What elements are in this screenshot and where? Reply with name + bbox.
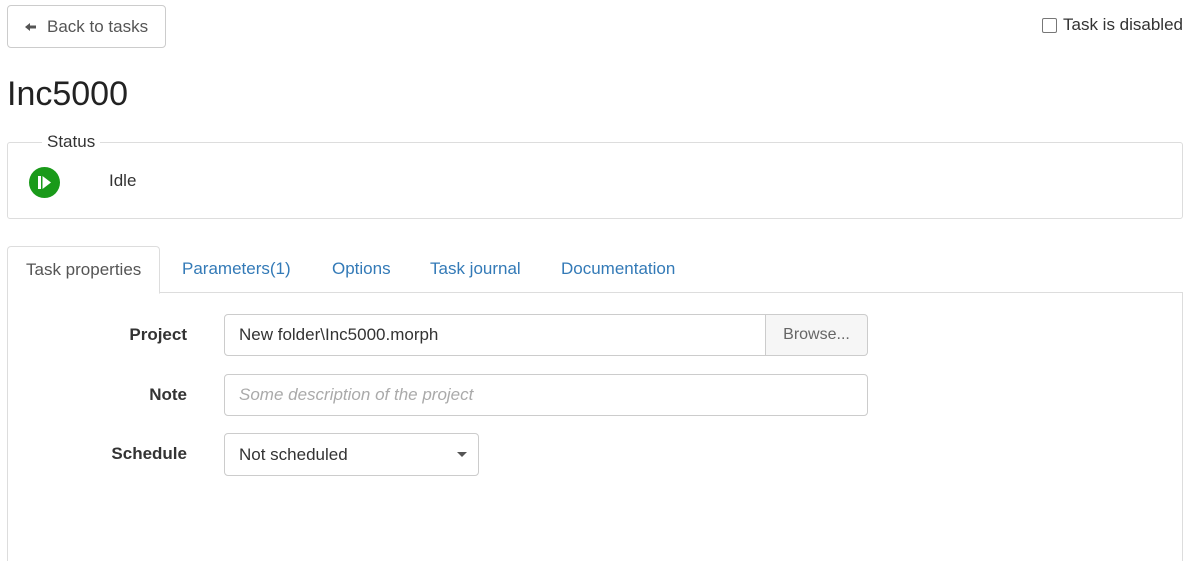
task-tabs: Task properties Parameters(1) Options Ta… xyxy=(7,246,1183,294)
status-legend: Status xyxy=(42,132,101,152)
task-disabled-toggle[interactable]: Task is disabled xyxy=(1041,15,1183,35)
status-text: Idle xyxy=(109,171,137,190)
tab-task-properties[interactable]: Task properties xyxy=(7,246,161,294)
tab-parameters[interactable]: Parameters(1) xyxy=(182,246,291,293)
status-fieldset: Status Idle xyxy=(7,132,1183,219)
project-label: Project xyxy=(129,325,187,344)
back-to-tasks-button[interactable]: Back to tasks xyxy=(7,5,166,48)
browse-button[interactable]: Browse... xyxy=(766,314,868,356)
task-disabled-checkbox[interactable] xyxy=(1041,17,1057,33)
note-label: Note xyxy=(149,385,187,404)
tab-options[interactable]: Options xyxy=(332,246,391,293)
page-title: Inc5000 xyxy=(7,75,128,113)
task-disabled-label: Task is disabled xyxy=(1062,15,1183,34)
chevron-down-icon xyxy=(457,452,467,457)
schedule-select[interactable]: Not scheduled xyxy=(224,433,479,476)
project-field[interactable]: New folder\Inc5000.morph xyxy=(224,314,766,356)
schedule-label: Schedule xyxy=(111,444,187,463)
back-to-tasks-label: Back to tasks xyxy=(47,16,149,36)
arrow-left-icon xyxy=(25,22,36,31)
tab-task-journal[interactable]: Task journal xyxy=(430,246,521,293)
note-field[interactable]: Some description of the project xyxy=(224,374,868,416)
play-circle-icon xyxy=(29,167,60,198)
schedule-value: Not scheduled xyxy=(239,445,348,464)
project-input-group: New folder\Inc5000.morph Browse... xyxy=(224,314,868,356)
tab-documentation[interactable]: Documentation xyxy=(561,246,675,293)
